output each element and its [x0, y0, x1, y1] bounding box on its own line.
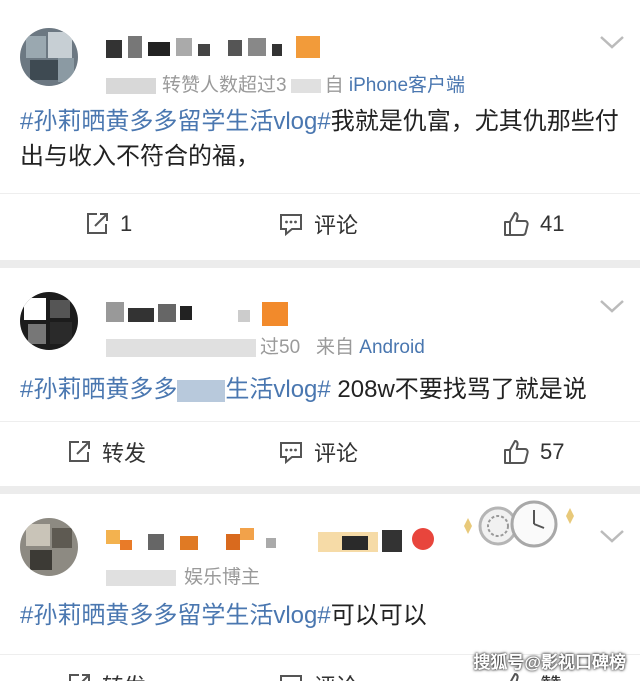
- watermark: 搜狐号@影视口碑榜: [473, 653, 626, 672]
- hashtag-link[interactable]: #孙莉晒黄多多留学生活vlog#: [20, 108, 331, 135]
- comment-label: 评论: [314, 441, 359, 466]
- decoration-clock-sticker: [464, 500, 574, 548]
- avatar[interactable]: [20, 518, 78, 576]
- share-icon: [87, 213, 108, 234]
- post-card-3: 娱乐博主 #孙莉晒黄多多留学生活vlog#可以可以 转发 评论 赞 搜狐号@影视…: [0, 494, 640, 681]
- repost-button[interactable]: 1: [84, 194, 132, 254]
- meta-source[interactable]: iPhone客户端: [349, 75, 465, 96]
- avatar[interactable]: [20, 28, 78, 86]
- share-icon: [69, 674, 90, 681]
- meta-prefix: 娱乐博主: [184, 567, 261, 588]
- comment-label: 评论: [314, 669, 358, 681]
- post-text: 208w不要找骂了就是说: [330, 376, 587, 403]
- comment-icon: [280, 442, 302, 465]
- like-button[interactable]: 41: [502, 194, 564, 254]
- post-body: #孙莉晒黄多多留学生活vlog#我就是仇富，尤其仇那些付出与收入不符合的福，: [20, 104, 622, 174]
- like-count: 57: [540, 439, 565, 464]
- repost-label: 转发: [102, 669, 146, 681]
- post-text: 可以可以: [330, 602, 427, 629]
- post-card-1: 转赞人数超过3 自 iPhone客户端 #孙莉晒黄多多留学生活vlog#我就是仇富…: [0, 0, 640, 260]
- like-icon: [504, 440, 529, 464]
- comment-button[interactable]: 评论: [278, 422, 358, 482]
- comment-button[interactable]: 评论: [278, 194, 358, 254]
- post-body: #孙莉晒黄多多留学生活vlog#可以可以: [20, 598, 622, 633]
- meta-prefix: 过50: [260, 337, 301, 358]
- share-icon: [69, 441, 90, 462]
- post-meta: 过50 来自 Android: [106, 332, 425, 359]
- action-bar: 1 评论 41: [0, 193, 640, 254]
- comment-icon: [280, 675, 302, 681]
- username-blurred[interactable]: [106, 34, 326, 62]
- chevron-down-icon[interactable]: [598, 296, 626, 316]
- hashtag-link[interactable]: #孙莉晒黄多多留学生活vlog#: [20, 602, 331, 629]
- like-count: 41: [540, 211, 565, 236]
- meta-prefix: 转赞人数超过3: [162, 75, 287, 96]
- username-blurred[interactable]: [106, 298, 296, 328]
- chevron-down-icon[interactable]: [598, 32, 626, 52]
- like-icon: [504, 212, 529, 236]
- repost-button[interactable]: 转发: [66, 422, 146, 482]
- post-meta: 娱乐博主: [106, 562, 260, 589]
- post-body: #孙莉晒黄多多 生活vlog# 208w不要找骂了就是说: [20, 372, 622, 407]
- avatar[interactable]: [20, 292, 78, 350]
- post-card-2: 过50 来自 Android #孙莉晒黄多多 生活vlog# 208w不要找骂了就…: [0, 268, 640, 486]
- meta-source[interactable]: Android: [359, 337, 425, 358]
- chevron-down-icon[interactable]: [598, 526, 626, 546]
- like-button[interactable]: 57: [502, 422, 564, 482]
- comment-button[interactable]: 评论: [278, 655, 358, 681]
- action-bar: 转发 评论 57: [0, 421, 640, 482]
- comment-label: 评论: [314, 213, 359, 238]
- post-meta: 转赞人数超过3 自 iPhone客户端: [106, 70, 465, 97]
- repost-button[interactable]: 转发: [66, 655, 146, 681]
- username-blurred[interactable]: [106, 526, 436, 556]
- repost-label: 转发: [102, 441, 147, 466]
- hashtag-link[interactable]: #孙莉晒黄多多 生活vlog#: [20, 376, 331, 403]
- comment-icon: [280, 214, 302, 237]
- repost-count: 1: [120, 211, 133, 236]
